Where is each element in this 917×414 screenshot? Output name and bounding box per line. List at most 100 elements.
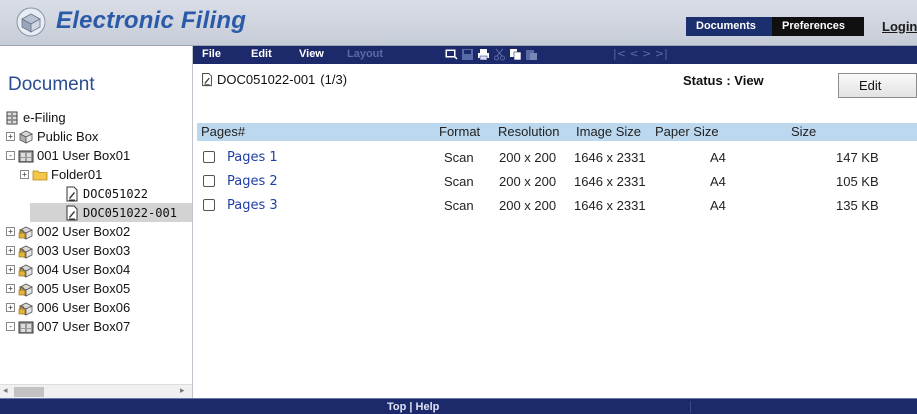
tree-item-label: 007 User Box07 [37,319,131,334]
size-cell: 105 KB [836,174,879,189]
image-size-cell: 1646 x 2331 [574,150,646,165]
footer-links[interactable]: Top | Help [387,401,439,413]
page-count: (1/3) [320,72,348,87]
paste-icon[interactable] [525,48,538,61]
tab-documents[interactable]: Documents [686,17,772,36]
cut-icon[interactable] [493,48,506,61]
tree-item-doc051022[interactable]: DOC051022 [64,184,148,203]
tree-item-user-box-05[interactable]: + 005 User Box05 [6,279,130,298]
cabinet-icon [6,111,18,124]
tree-item-doc051022-001[interactable]: DOC051022-001 [30,203,192,222]
edit-button[interactable]: Edit [838,73,917,98]
tree-item-label: 004 User Box04 [37,262,131,277]
locked-box-icon [18,245,33,259]
save-icon[interactable] [461,48,474,61]
page-link[interactable]: Pages 2 [227,174,278,189]
tree-item-label: DOC051022 [83,186,149,201]
tree-item-label: Public Box [37,129,99,144]
folder-tree-panel: Document e-Filing + Public Box - 001 Use… [0,46,193,398]
tree-item-user-box-06[interactable]: + 006 User Box06 [6,298,130,317]
paper-size-cell: A4 [710,198,726,213]
menu-edit[interactable]: Edit [251,48,272,60]
expand-icon[interactable]: + [6,246,15,255]
table-row: Pages 3 Scan 200 x 200 1646 x 2331 A4 13… [197,195,917,217]
expand-icon[interactable]: + [6,284,15,293]
tree-item-label: e-Filing [23,110,66,125]
col-header-image-size[interactable]: Image Size [576,124,641,139]
col-header-format[interactable]: Format [439,124,480,139]
tree-item-label: 002 User Box02 [37,224,131,239]
folder-icon [32,170,48,180]
tree-item-efiling[interactable]: e-Filing [4,108,66,127]
panel-title: Document [8,74,95,95]
tree-item-user-box-01[interactable]: - 001 User Box01 [6,146,130,165]
horizontal-scrollbar[interactable]: ◂ ▸ [0,384,192,398]
properties-icon[interactable] [445,48,458,61]
col-header-resolution[interactable]: Resolution [498,124,559,139]
expand-icon[interactable]: + [6,303,15,312]
print-icon[interactable] [477,48,490,61]
tree-item-label: Folder01 [51,167,103,182]
format-cell: Scan [444,150,474,165]
document-name: DOC051022-001 [217,72,316,87]
row-checkbox[interactable] [203,199,215,211]
tree-item-folder01[interactable]: + Folder01 [20,165,102,184]
tree-item-user-box-03[interactable]: + 003 User Box03 [6,241,130,260]
scroll-thumb[interactable] [14,387,44,397]
format-cell: Scan [444,198,474,213]
col-header-size[interactable]: Size [791,124,816,139]
document-icon [66,186,78,201]
tree-item-user-box-04[interactable]: + 004 User Box04 [6,260,130,279]
footer-divider [690,401,691,413]
page-link[interactable]: Pages 1 [227,150,278,165]
locked-box-icon [18,302,33,316]
image-size-cell: 1646 x 2331 [574,174,646,189]
locked-box-icon [18,264,33,278]
expand-icon[interactable]: + [20,170,29,179]
tree-item-user-box-02[interactable]: + 002 User Box02 [6,222,130,241]
menu-layout[interactable]: Layout [347,48,383,60]
expand-icon[interactable]: + [6,265,15,274]
col-header-pages[interactable]: Pages# [201,124,245,139]
scroll-right-icon[interactable]: ▸ [180,386,185,396]
image-size-cell: 1646 x 2331 [574,198,646,213]
row-checkbox[interactable] [203,151,215,163]
row-checkbox[interactable] [203,175,215,187]
collapse-icon[interactable]: - [6,322,15,331]
page-link[interactable]: Pages 3 [227,198,278,213]
resolution-cell: 200 x 200 [499,150,557,165]
tree-item-label: 001 User Box01 [37,148,131,163]
resolution-cell: 200 x 200 [499,174,557,189]
document-header: DOC051022-001 (1/3) [200,72,347,87]
tab-preferences[interactable]: Preferences [772,17,864,36]
user-box-icon [18,150,34,162]
tree-item-label: 006 User Box06 [37,300,131,315]
tree-item-public-box[interactable]: + Public Box [6,127,98,146]
col-header-paper-size[interactable]: Paper Size [655,124,719,139]
size-cell: 135 KB [836,198,879,213]
expand-icon[interactable]: + [6,227,15,236]
resolution-cell: 200 x 200 [499,198,557,213]
tree-item-user-box-07[interactable]: - 007 User Box07 [6,317,130,336]
page-nav-arrows[interactable]: |< < > >| [613,47,668,60]
format-cell: Scan [444,174,474,189]
app-header: Electronic Filing Documents Preferences … [0,0,917,46]
scroll-left-icon[interactable]: ◂ [3,386,8,396]
login-link[interactable]: Login [882,19,917,34]
tree-item-label: 005 User Box05 [37,281,131,296]
menu-view[interactable]: View [299,48,324,60]
menu-file[interactable]: File [202,48,221,60]
tree-item-label: 003 User Box03 [37,243,131,258]
collapse-icon[interactable]: - [6,151,15,160]
page-footer: Top | Help [0,398,917,414]
locked-box-icon [18,283,33,297]
menu-toolbar: File Edit View Layout |< < > >| [193,46,917,64]
paper-size-cell: A4 [710,174,726,189]
pages-table-header: Pages# Format Resolution Image Size Pape… [197,123,917,141]
box-icon [19,130,33,144]
locked-box-icon [18,226,33,240]
table-row: Pages 1 Scan 200 x 200 1646 x 2331 A4 14… [197,147,917,169]
expand-icon[interactable]: + [6,132,15,141]
copy-icon[interactable] [509,48,522,61]
size-cell: 147 KB [836,150,879,165]
